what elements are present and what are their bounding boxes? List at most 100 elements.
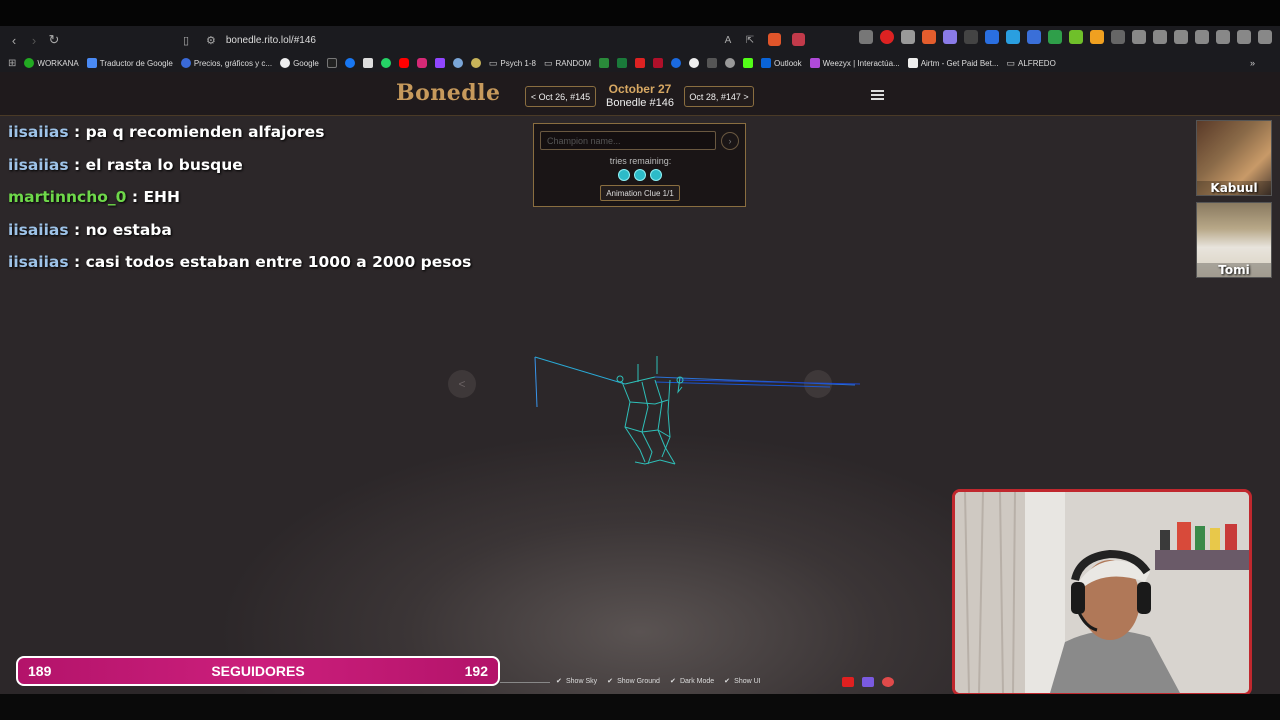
toggle-dark-mode[interactable]: ✔ Dark Mode (670, 678, 714, 685)
toggle-show-ground[interactable]: ✔ Show Ground (607, 678, 660, 685)
folder-icon: ▭ (1006, 57, 1016, 68)
try-dot (650, 169, 662, 181)
more-bookmarks-icon[interactable]: » (1250, 58, 1255, 68)
checkbox-checked-icon: ✔ (607, 678, 613, 685)
extension-icon[interactable] (1006, 30, 1020, 44)
youtube-icon[interactable] (842, 677, 854, 687)
instagram-icon[interactable] (416, 58, 427, 68)
extensions-puzzle-icon[interactable] (1132, 30, 1146, 44)
bookmark-item[interactable]: Weezyx | Interactúa... (809, 58, 900, 68)
site-icon[interactable] (671, 58, 682, 68)
social-links (842, 677, 894, 687)
bookmark-item[interactable]: Airtm - Get Paid Bet... (907, 58, 999, 68)
workana-icon (24, 58, 35, 68)
footer-strip (0, 694, 1280, 720)
netflix-icon[interactable] (653, 58, 664, 68)
site-icon[interactable] (725, 58, 736, 68)
site-icon[interactable] (635, 58, 646, 68)
site-logo[interactable]: Bonedle (396, 80, 501, 106)
prev-view-button[interactable]: < (448, 370, 476, 398)
site-icon[interactable] (689, 58, 700, 68)
brave-rewards-icon[interactable] (792, 33, 805, 46)
extension-icon[interactable] (901, 30, 915, 44)
kofi-icon[interactable] (882, 677, 894, 687)
forward-icon[interactable]: › (24, 30, 44, 50)
chat-text: : no estaba (68, 220, 172, 239)
extension-icon[interactable] (1090, 30, 1104, 44)
site-header: Bonedle < Oct 26, #145 October 27 Bonedl… (0, 72, 1280, 116)
share-icon[interactable]: ⇱ (740, 30, 760, 50)
next-puzzle-button[interactable]: Oct 28, #147 > (684, 86, 754, 107)
bookmark-folder[interactable]: ▭ RANDOM (544, 58, 591, 69)
toggle-show-ui[interactable]: ✔ Show UI (724, 678, 760, 685)
facebook-icon[interactable] (344, 58, 355, 68)
checkbox-checked-icon: ✔ (724, 678, 731, 685)
back-icon[interactable]: ‹ (4, 30, 24, 50)
leo-icon[interactable] (1216, 30, 1230, 44)
extension-icon[interactable] (922, 30, 936, 44)
extension-icon[interactable] (1069, 30, 1083, 44)
guest-name: Tomi (1197, 263, 1271, 277)
sidebar-icon[interactable] (1174, 30, 1188, 44)
toggle-show-sky[interactable]: ✔ Show Sky (556, 678, 597, 685)
extension-icon[interactable] (943, 30, 957, 44)
bookmark-item[interactable]: Precios, gráficos y c... (180, 58, 272, 68)
bonedle-page: Bonedle < Oct 26, #145 October 27 Bonedl… (0, 72, 1280, 720)
apps-grid-icon[interactable]: ⊞ (8, 58, 16, 69)
media-icon[interactable] (1153, 30, 1167, 44)
bookmark-folder[interactable]: ▭ Psych 1-8 (489, 58, 536, 69)
bookmark-item[interactable]: WORKANA (24, 58, 79, 68)
streamer-webcam (952, 489, 1252, 696)
x-icon[interactable] (362, 58, 373, 68)
try-dot (618, 169, 630, 181)
kick-icon[interactable] (743, 58, 754, 68)
folder-icon: ▭ (543, 57, 553, 68)
chat-username: iisaiias (8, 155, 69, 174)
bookmark-item[interactable]: Traductor de Google (86, 58, 173, 68)
reload-icon[interactable]: ↻ (44, 30, 64, 50)
prev-puzzle-button[interactable]: < Oct 26, #145 (525, 86, 596, 107)
site-icon[interactable] (707, 58, 718, 68)
vpn-icon[interactable] (1237, 30, 1251, 44)
site-icon[interactable] (617, 58, 628, 68)
wallet-icon[interactable] (1195, 30, 1209, 44)
menu-icon[interactable] (1258, 30, 1272, 44)
bookmark-item[interactable]: Google (280, 58, 319, 68)
tiktok-icon[interactable] (326, 58, 337, 68)
translate-icon[interactable]: A (718, 30, 738, 50)
slider-track[interactable] (500, 682, 550, 683)
extension-icon[interactable] (880, 30, 894, 44)
menu-icon[interactable] (871, 90, 884, 100)
extension-icon[interactable] (985, 30, 999, 44)
tries-indicator (618, 169, 662, 181)
site-settings-icon[interactable]: ⚙ (206, 34, 216, 47)
bookmark-folder[interactable]: ▭ ALFREDO (1007, 58, 1056, 69)
submit-guess-button[interactable]: › (721, 132, 739, 150)
google-icon (280, 58, 291, 68)
bookmarks-bar: ⊞ WORKANA Traductor de Google Precios, g… (0, 54, 1280, 72)
twitch-icon[interactable] (434, 58, 445, 68)
extension-icon[interactable] (964, 30, 978, 44)
chat-text: : casi todos estaban entre 1000 a 2000 p… (68, 253, 472, 271)
bookmark-item[interactable]: Outlook (761, 58, 802, 68)
youtube-icon[interactable] (398, 58, 409, 68)
whatsapp-icon[interactable] (380, 58, 391, 68)
site-icon[interactable] (452, 58, 463, 68)
chat-text: : pa q recomienden alfajores (68, 123, 325, 141)
animation-clue-button[interactable]: Animation Clue 1/1 (600, 185, 680, 201)
extension-icon[interactable] (1111, 30, 1125, 44)
brave-shield-icon[interactable] (768, 33, 781, 46)
folder-icon: ▭ (488, 57, 498, 68)
extension-icon[interactable] (1027, 30, 1041, 44)
extension-icon[interactable] (1048, 30, 1062, 44)
site-icon[interactable] (470, 58, 481, 68)
followers-goal-bar: 189 SEGUIDORES 192 (16, 656, 500, 686)
puzzle-number: Bonedle #146 (606, 97, 674, 109)
chat-message: martinncho_0 : EHH (8, 188, 471, 221)
champion-input[interactable]: Champion name... (540, 131, 716, 150)
site-icon[interactable] (599, 58, 610, 68)
bookmark-icon[interactable]: ▯ (176, 30, 196, 50)
chat-text: : el rasta lo busque (68, 155, 243, 174)
extension-icon[interactable] (859, 30, 873, 44)
twitch-icon[interactable] (862, 677, 874, 687)
